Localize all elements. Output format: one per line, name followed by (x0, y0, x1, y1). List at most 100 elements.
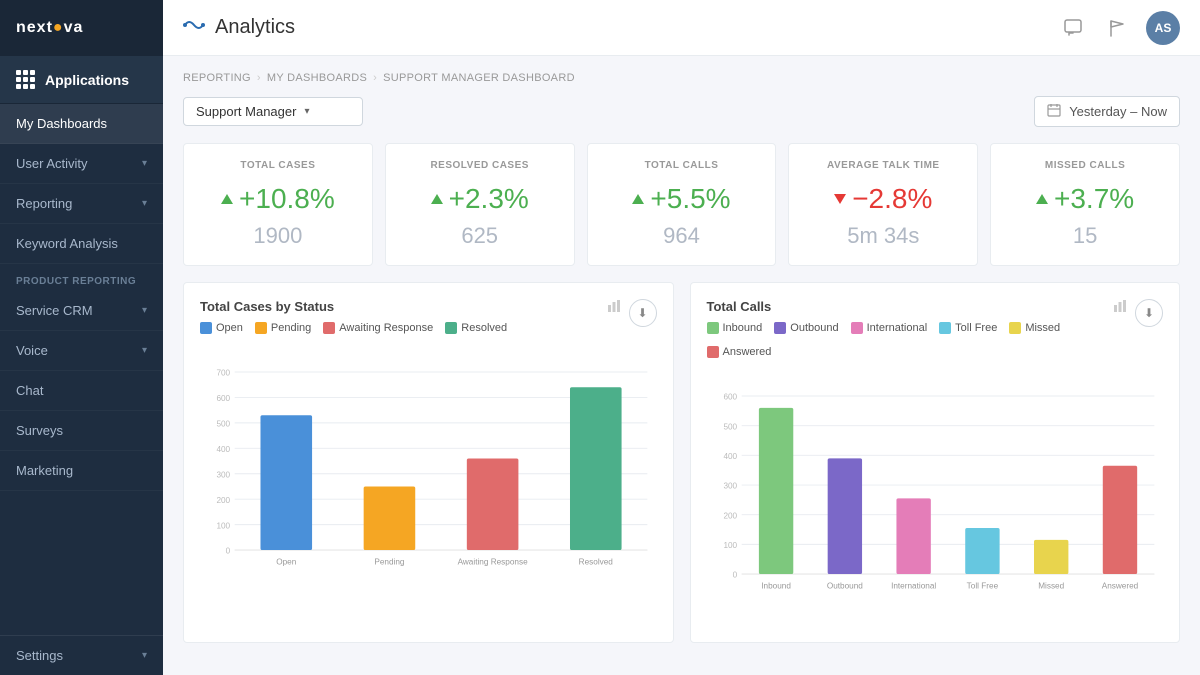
page-content: REPORTING › MY DASHBOARDS › SUPPORT MANA… (163, 56, 1200, 675)
legend-label: Outbound (790, 322, 838, 334)
kpi-label: AVERAGE TALK TIME (805, 160, 961, 171)
sidebar-item-label: Keyword Analysis (16, 236, 118, 251)
kpi-value: 625 (402, 223, 558, 249)
kpi-trend-row: +5.5% (604, 183, 760, 215)
svg-text:400: 400 (723, 452, 737, 461)
svg-text:100: 100 (216, 521, 230, 530)
sidebar-item-label: My Dashboards (16, 116, 107, 131)
header-title-area: Analytics (183, 14, 295, 42)
legend-color (255, 322, 267, 334)
page-title: Analytics (215, 16, 295, 39)
sidebar-item-label: User Activity (16, 156, 88, 171)
svg-text:200: 200 (216, 496, 230, 505)
breadcrumb-current: SUPPORT MANAGER DASHBOARD (383, 72, 575, 84)
sidebar-item-label: Service CRM (16, 303, 93, 318)
applications-menu[interactable]: Applications (0, 56, 163, 104)
kpi-value: 5m 34s (805, 223, 961, 249)
svg-text:Outbound: Outbound (826, 582, 862, 591)
sidebar-item-label: Reporting (16, 196, 72, 211)
kpi-label: TOTAL CALLS (604, 160, 760, 171)
sidebar-item-label: Voice (16, 343, 48, 358)
legend-item: International (851, 322, 928, 334)
legend-label: Inbound (723, 322, 763, 334)
bar-chart-icon[interactable] (1113, 299, 1127, 316)
chevron-down-icon: ▾ (142, 198, 147, 209)
kpi-card-avg-talk-time: AVERAGE TALK TIME −2.8% 5m 34s (788, 143, 978, 266)
sidebar-item-voice[interactable]: Voice ▾ (0, 331, 163, 371)
svg-text:Inbound: Inbound (761, 582, 791, 591)
dashboard-selector[interactable]: Support Manager ▾ (183, 97, 363, 126)
svg-text:Awaiting Response: Awaiting Response (458, 558, 529, 567)
sidebar-item-my-dashboards[interactable]: My Dashboards (0, 104, 163, 144)
sidebar-item-surveys[interactable]: Surveys (0, 411, 163, 451)
breadcrumb-my-dashboards[interactable]: MY DASHBOARDS (267, 72, 367, 84)
trend-arrow-up (221, 194, 233, 204)
svg-text:Resolved: Resolved (579, 558, 614, 567)
kpi-value: 964 (604, 223, 760, 249)
legend-color (445, 322, 457, 334)
svg-text:500: 500 (216, 420, 230, 429)
legend-item: Awaiting Response (323, 322, 433, 334)
chart-header: Total Cases by Status Open Pending Await… (200, 299, 657, 342)
svg-text:Answered: Answered (1101, 582, 1138, 591)
bar (896, 498, 930, 574)
legend-label: Open (216, 322, 243, 334)
sidebar-item-label: Marketing (16, 463, 73, 478)
download-button[interactable]: ⬇ (629, 299, 657, 327)
sidebar-item-service-crm[interactable]: Service CRM ▾ (0, 291, 163, 331)
chat-icon-button[interactable] (1058, 13, 1088, 43)
trend-arrow-up (632, 194, 644, 204)
svg-text:500: 500 (723, 422, 737, 431)
svg-text:0: 0 (732, 571, 737, 580)
svg-text:400: 400 (216, 445, 230, 454)
header-actions: AS (1058, 11, 1180, 45)
kpi-trend-row: −2.8% (805, 183, 961, 215)
settings-label: Settings (16, 648, 63, 663)
date-range-picker[interactable]: Yesterday – Now (1034, 96, 1180, 127)
legend-color (851, 322, 863, 334)
legend-color (774, 322, 786, 334)
flag-icon-button[interactable] (1102, 13, 1132, 43)
sidebar-item-keyword-analysis[interactable]: Keyword Analysis (0, 224, 163, 264)
svg-text:700: 700 (216, 369, 230, 378)
sidebar-item-reporting[interactable]: Reporting ▾ (0, 184, 163, 224)
kpi-card-missed-calls: MISSED CALLS +3.7% 15 (990, 143, 1180, 266)
legend-item: Pending (255, 322, 311, 334)
logo-area: next●va (0, 0, 163, 56)
legend-label: Missed (1025, 322, 1060, 334)
sidebar-item-marketing[interactable]: Marketing (0, 451, 163, 491)
svg-text:Missed: Missed (1038, 582, 1064, 591)
dashboard-controls: Support Manager ▾ Yesterday – Now (183, 96, 1180, 127)
calendar-icon (1047, 103, 1061, 120)
sidebar-item-chat[interactable]: Chat (0, 371, 163, 411)
legend-item: Resolved (445, 322, 507, 334)
bar (570, 387, 622, 550)
kpi-percent: −2.8% (852, 183, 932, 215)
trend-arrow-up (1036, 194, 1048, 204)
svg-text:600: 600 (723, 393, 737, 402)
kpi-percent: +3.7% (1054, 183, 1134, 215)
cases-legend: Open Pending Awaiting Response Resolved (200, 322, 507, 334)
svg-text:300: 300 (723, 482, 737, 491)
chevron-down-icon: ▾ (142, 650, 147, 661)
analytics-icon (183, 14, 205, 42)
kpi-percent: +10.8% (239, 183, 335, 215)
sidebar-item-user-activity[interactable]: User Activity ▾ (0, 144, 163, 184)
bar (260, 415, 312, 550)
chart-title: Total Calls (707, 299, 1114, 314)
apps-grid-icon (16, 70, 35, 89)
download-button[interactable]: ⬇ (1135, 299, 1163, 327)
legend-color (707, 346, 719, 358)
legend-color (323, 322, 335, 334)
legend-color (707, 322, 719, 334)
user-avatar[interactable]: AS (1146, 11, 1180, 45)
chart-header: Total Calls Inbound Outbound Internation… (707, 299, 1164, 366)
svg-text:600: 600 (216, 394, 230, 403)
legend-item: Missed (1009, 322, 1060, 334)
dashboard-select-label: Support Manager (196, 104, 296, 119)
breadcrumb-reporting[interactable]: REPORTING (183, 72, 251, 84)
charts-row: Total Cases by Status Open Pending Await… (183, 282, 1180, 643)
chevron-down-icon: ▾ (304, 106, 309, 117)
sidebar-settings[interactable]: Settings ▾ (0, 635, 163, 675)
bar-chart-icon[interactable] (607, 299, 621, 316)
